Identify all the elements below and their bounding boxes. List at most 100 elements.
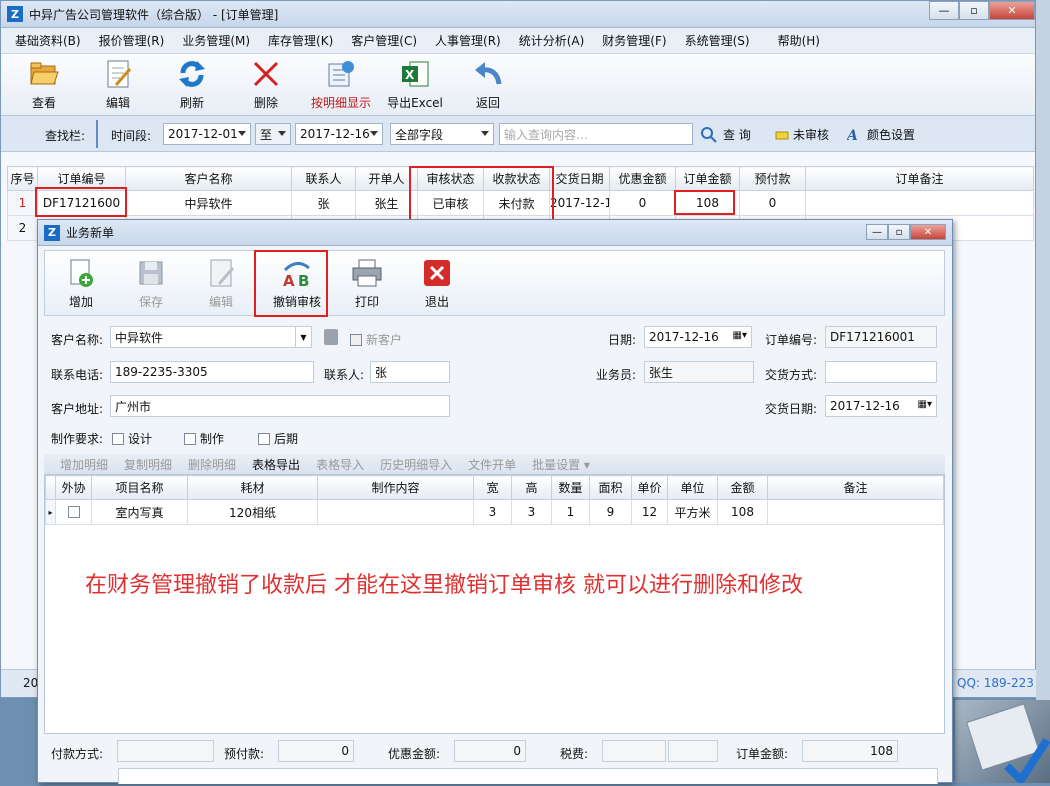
menu-quote[interactable]: 报价管理(R) [99, 32, 165, 49]
maximize-button[interactable]: ▫ [959, 1, 989, 20]
col-header[interactable]: 制作内容 [317, 475, 474, 500]
col-header[interactable]: 高 [511, 475, 552, 500]
salesman-field[interactable]: 张生 [644, 361, 754, 383]
refresh-icon [176, 58, 208, 90]
back-button[interactable]: 返回 [457, 58, 519, 111]
delete-detail-button[interactable]: 删除明细 [188, 456, 236, 473]
col-header[interactable]: 宽 [473, 475, 512, 500]
field-select[interactable]: 全部字段 [390, 123, 494, 145]
excel-icon: X [399, 58, 431, 90]
col-header[interactable]: 单价 [631, 475, 668, 500]
refresh-button[interactable]: 刷新 [161, 58, 223, 111]
svg-text:A: A [847, 128, 858, 143]
col-header[interactable]: 序号 [7, 166, 38, 191]
customer-select[interactable]: 中异软件 ▼ [110, 326, 312, 348]
remark-textarea[interactable] [118, 768, 938, 784]
copy-detail-button[interactable]: 复制明细 [124, 456, 172, 473]
col-header[interactable]: 面积 [589, 475, 632, 500]
menu-help[interactable]: 帮助(H) [778, 32, 820, 49]
date-to-picker[interactable]: 2017-12-16 [295, 123, 383, 145]
history-import-button[interactable]: 历史明细导入 [380, 456, 452, 473]
delivery-date-picker[interactable]: 2017-12-16 ▦▾ [825, 395, 937, 417]
status-count: 20 [23, 676, 39, 690]
menu-stats[interactable]: 统计分析(A) [519, 32, 585, 49]
col-header[interactable]: 交货日期 [549, 166, 610, 191]
tax-field[interactable] [602, 740, 666, 762]
query-button[interactable]: 查 询 [701, 126, 751, 143]
col-header[interactable]: 数量 [551, 475, 590, 500]
add-detail-button[interactable]: 增加明细 [60, 456, 108, 473]
delivery-method-field[interactable] [825, 361, 937, 383]
discount-field[interactable]: 0 [454, 740, 526, 762]
col-header[interactable]: 项目名称 [91, 475, 188, 500]
col-header[interactable]: 订单金额 [675, 166, 740, 191]
col-header[interactable]: 联系人 [291, 166, 356, 191]
menu-business[interactable]: 业务管理(M) [182, 32, 250, 49]
dialog-maximize-button[interactable]: ▫ [888, 224, 910, 240]
search-input[interactable]: 输入查询内容… [499, 123, 693, 145]
post-checkbox[interactable]: 后期 [258, 430, 298, 447]
col-header[interactable]: 优惠金额 [609, 166, 676, 191]
detail-list-icon [325, 58, 357, 90]
col-header[interactable]: 备注 [767, 475, 944, 500]
col-header[interactable]: 耗材 [187, 475, 318, 500]
menu-finance[interactable]: 财务管理(F) [602, 32, 666, 49]
minimize-button[interactable]: — [929, 1, 959, 20]
import-table-button[interactable]: 表格导入 [316, 456, 364, 473]
unaudited-button[interactable]: 未审核 [775, 126, 829, 143]
contact-field[interactable]: 张 [370, 361, 450, 383]
dialog-edit-button[interactable]: 编辑 [191, 257, 251, 310]
col-header[interactable]: 外协 [55, 475, 92, 500]
batch-settings-button[interactable]: 批量设置 ▾ [532, 456, 590, 473]
menu-hr[interactable]: 人事管理(R) [435, 32, 501, 49]
row-number: 1 [7, 190, 38, 216]
design-checkbox[interactable]: 设计 [112, 430, 152, 447]
menu-basic[interactable]: 基础资料(B) [15, 32, 81, 49]
col-header[interactable]: 预付款 [739, 166, 806, 191]
detail-view-button[interactable]: 按明细显示 [305, 58, 377, 111]
main-toolbar: 查看 编辑 刷新 删除 按明细显示 X 导出Excel 返回 [1, 54, 1035, 116]
total-field[interactable]: 108 [802, 740, 898, 762]
export-table-button[interactable]: 表格导出 [252, 456, 300, 473]
exit-button[interactable]: 退出 [407, 257, 467, 310]
menu-customer[interactable]: 客户管理(C) [351, 32, 417, 49]
pay-method-field[interactable] [117, 740, 214, 762]
period-label: 时间段: [111, 129, 152, 143]
col-header[interactable]: 订单备注 [805, 166, 1034, 191]
detail-table: 外协 项目名称 耗材 制作内容 宽 高 数量 面积 单价 单位 金额 备注 ▸ … [45, 475, 944, 525]
new-customer-checkbox[interactable]: 新客户 [350, 331, 402, 348]
phone-field[interactable]: 189-2235-3305 [110, 361, 314, 383]
to-selector[interactable]: 至 [255, 123, 291, 145]
outsource-checkbox[interactable] [55, 499, 92, 525]
address-field[interactable]: 广州市 [110, 395, 450, 417]
edit-button[interactable]: 编辑 [87, 58, 149, 111]
app-logo-icon: Z [7, 6, 23, 22]
close-button[interactable]: ✕ [989, 1, 1035, 20]
col-header[interactable]: 客户名称 [125, 166, 292, 191]
search-icon [701, 126, 717, 143]
file-order-button[interactable]: 文件开单 [468, 456, 516, 473]
make-checkbox[interactable]: 制作 [184, 430, 224, 447]
col-header[interactable]: 单位 [667, 475, 718, 500]
date-picker[interactable]: 2017-12-16 ▦▾ [644, 326, 752, 348]
delete-button[interactable]: 删除 [235, 58, 297, 111]
export-excel-button[interactable]: X 导出Excel [383, 58, 447, 111]
tax-rate-field[interactable] [668, 740, 718, 762]
add-button[interactable]: 增加 [51, 257, 111, 310]
menu-system[interactable]: 系统管理(S) [685, 32, 750, 49]
view-button[interactable]: 查看 [13, 58, 75, 111]
print-button[interactable]: 打印 [337, 257, 397, 310]
table-row[interactable]: ▸ 室内写真 120相纸 3 3 1 9 12 平方米 108 [45, 499, 944, 525]
col-header[interactable]: 金额 [717, 475, 768, 500]
prepay-field[interactable]: 0 [278, 740, 354, 762]
dialog-minimize-button[interactable]: — [866, 224, 888, 240]
add-document-icon [65, 257, 97, 289]
menu-stock[interactable]: 库存管理(K) [268, 32, 333, 49]
dialog-close-button[interactable]: ✕ [910, 224, 946, 240]
detail-header-row: 外协 项目名称 耗材 制作内容 宽 高 数量 面积 单价 单位 金额 备注 [45, 475, 944, 500]
color-settings-button[interactable]: A 颜色设置 [847, 126, 915, 143]
date-from-picker[interactable]: 2017-12-01 [163, 123, 251, 145]
row-pointer-icon: ▸ [45, 499, 56, 525]
save-button[interactable]: 保存 [121, 257, 181, 310]
order-no-field[interactable]: DF171216001 [825, 326, 937, 348]
